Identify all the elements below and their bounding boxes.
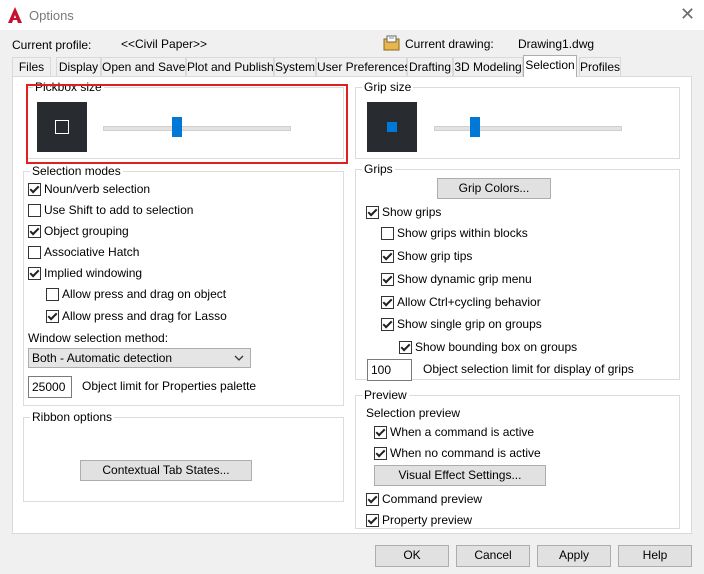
grip-size-slider-track[interactable] [434,126,622,131]
command-active-label[interactable]: When a command is active [390,425,534,439]
grip-tips-checkbox[interactable] [381,250,394,263]
highlight-box [26,84,348,164]
window-selection-method-label: Window selection method: [28,331,169,345]
tab-user-preferences[interactable]: User Preferences [316,57,410,76]
tab-profiles[interactable]: Profiles [579,57,621,76]
associative-hatch-label[interactable]: Associative Hatch [44,245,139,259]
object-grouping-label[interactable]: Object grouping [44,224,129,238]
tab-drafting[interactable]: Drafting [407,57,453,76]
command-preview-checkbox[interactable] [366,493,379,506]
no-command-active-checkbox[interactable] [374,447,387,460]
drawing-file-icon [383,35,400,51]
preview-group: Preview Selection preview When a command… [355,388,680,529]
object-limit-input[interactable]: 25000 [28,376,72,398]
tab-plot-and-publish[interactable]: Plot and Publish [186,57,274,76]
grips-within-blocks-checkbox[interactable] [381,227,394,240]
command-preview-label[interactable]: Command preview [382,492,482,506]
grip-colors-button[interactable]: Grip Colors... [437,178,551,199]
single-grip-groups-label[interactable]: Show single grip on groups [397,317,542,331]
ctrl-cycling-label[interactable]: Allow Ctrl+cycling behavior [397,295,541,309]
ok-button[interactable]: OK [375,545,449,567]
visual-effect-settings-button[interactable]: Visual Effect Settings... [374,465,546,486]
tab-selection[interactable]: Selection [523,55,577,77]
dynamic-grip-menu-checkbox[interactable] [381,273,394,286]
window-selection-method-dropdown[interactable]: Both - Automatic detection [28,348,251,368]
single-grip-groups-checkbox[interactable] [381,318,394,331]
tab-display[interactable]: Display [56,57,101,76]
bounding-box-groups-checkbox[interactable] [399,341,412,354]
tab-open-and-save[interactable]: Open and Save [101,57,186,76]
preview-title: Preview [362,388,409,402]
press-drag-lasso-checkbox[interactable] [46,310,59,323]
press-drag-object-label[interactable]: Allow press and drag on object [62,287,226,301]
associative-hatch-checkbox[interactable] [28,246,41,259]
current-profile-value: <<Civil Paper>> [121,37,208,51]
grip-square-icon [387,122,397,132]
grip-preview [367,102,417,152]
autocad-logo-icon [8,7,22,23]
ribbon-options-group: Ribbon options Contextual Tab States... [23,410,344,502]
use-shift-checkbox[interactable] [28,204,41,217]
grip-size-group: Grip size [355,80,680,159]
grips-within-blocks-label[interactable]: Show grips within blocks [397,226,528,240]
tab-system[interactable]: System [274,57,316,76]
show-grips-label[interactable]: Show grips [382,205,441,219]
property-preview-label[interactable]: Property preview [382,513,472,527]
tab-3d-modeling[interactable]: 3D Modeling [453,57,523,76]
grip-object-limit-label: Object selection limit for display of gr… [423,362,634,376]
cancel-button[interactable]: Cancel [456,545,530,567]
current-drawing-value: Drawing1.dwg [518,37,595,51]
property-preview-checkbox[interactable] [366,514,379,527]
ribbon-options-title: Ribbon options [30,410,115,424]
show-grips-checkbox[interactable] [366,206,379,219]
window-title: Options [29,8,74,23]
noun-verb-selection-checkbox[interactable] [28,183,41,196]
contextual-tab-states-button[interactable]: Contextual Tab States... [80,460,252,481]
no-command-active-label[interactable]: When no command is active [390,446,541,460]
noun-verb-selection-label[interactable]: Noun/verb selection [44,182,150,196]
grips-title: Grips [362,162,395,176]
title-bar: Options ✕ [0,0,704,30]
current-drawing-label: Current drawing: [405,37,494,51]
grips-group: Grips Grip Colors... Show grips Show gri… [355,162,680,380]
press-drag-object-checkbox[interactable] [46,288,59,301]
use-shift-label[interactable]: Use Shift to add to selection [44,203,193,217]
command-active-checkbox[interactable] [374,426,387,439]
current-profile-label: Current profile: [12,38,92,52]
selection-modes-group: Selection modes Noun/verb selection Use … [23,164,344,406]
grip-tips-label[interactable]: Show grip tips [397,249,472,263]
close-icon[interactable]: ✕ [680,5,695,23]
grip-object-limit-input[interactable]: 100 [367,359,412,381]
ctrl-cycling-checkbox[interactable] [381,296,394,309]
help-button[interactable]: Help [618,545,692,567]
object-limit-label: Object limit for Properties palette [82,379,257,393]
press-drag-lasso-label[interactable]: Allow press and drag for Lasso [62,309,227,323]
grip-size-slider-thumb[interactable] [469,117,480,137]
implied-windowing-checkbox[interactable] [28,267,41,280]
implied-windowing-label[interactable]: Implied windowing [44,266,142,280]
window-selection-method-value: Both - Automatic detection [32,351,173,365]
bounding-box-groups-label[interactable]: Show bounding box on groups [415,340,577,354]
selection-modes-title: Selection modes [30,164,123,178]
chevron-down-icon [234,355,244,361]
grip-size-title: Grip size [362,80,414,94]
dynamic-grip-menu-label[interactable]: Show dynamic grip menu [397,272,532,286]
apply-button[interactable]: Apply [537,545,611,567]
tab-files[interactable]: Files [12,57,51,76]
selection-preview-label: Selection preview [366,406,461,420]
object-grouping-checkbox[interactable] [28,225,41,238]
